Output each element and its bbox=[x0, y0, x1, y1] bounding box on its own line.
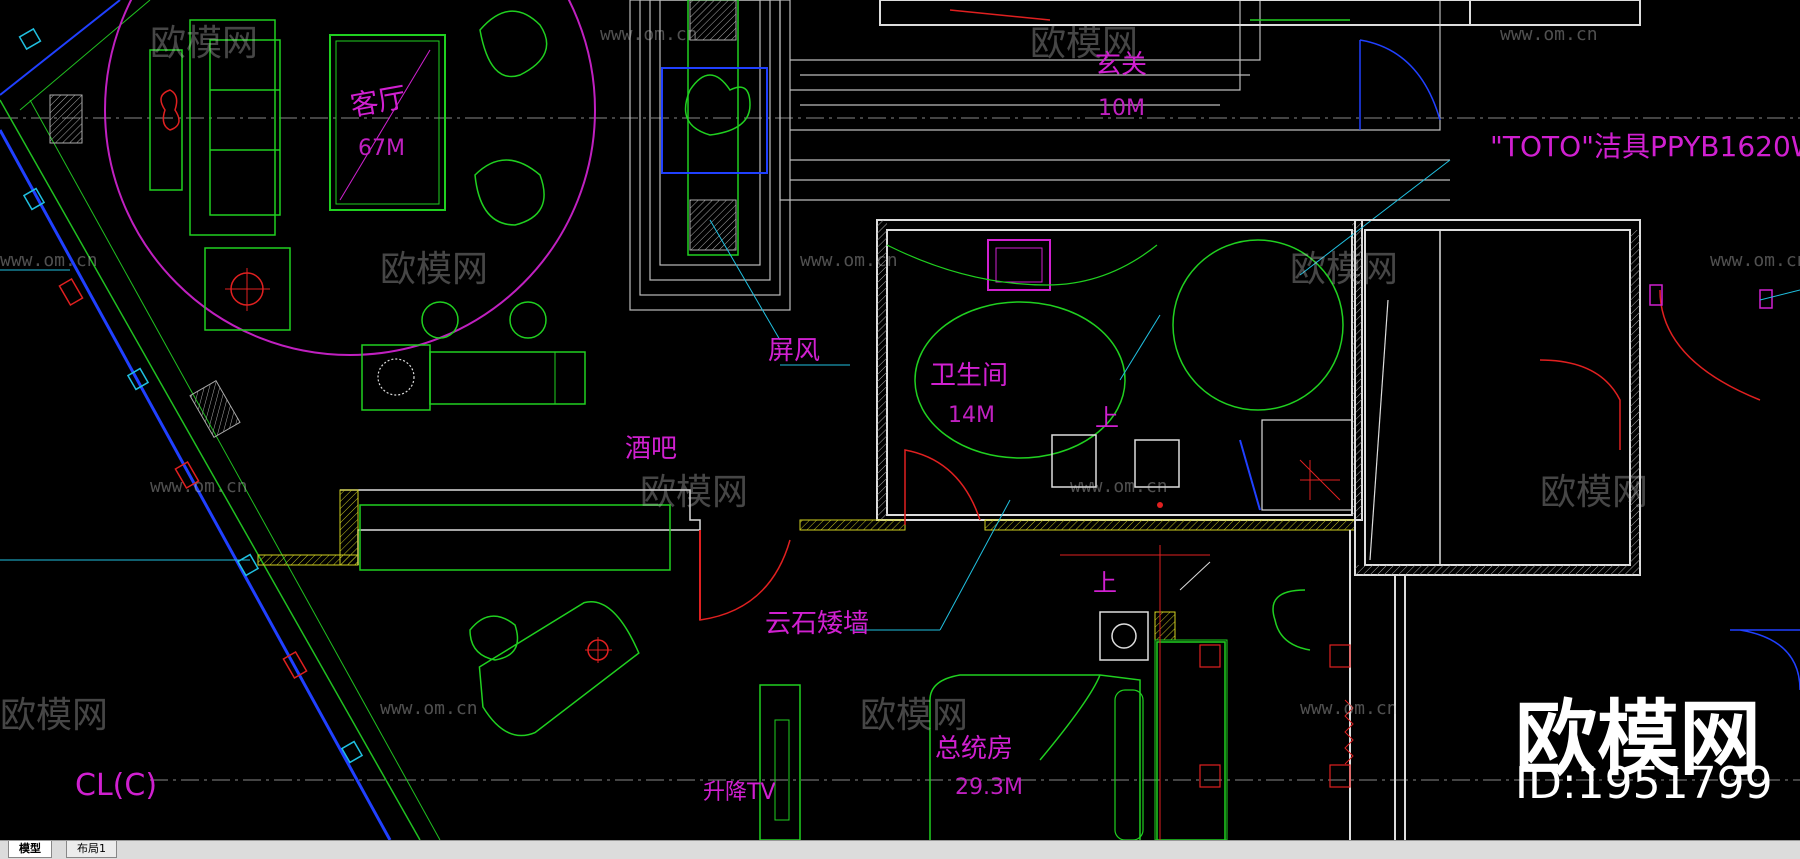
watermark-brand: 欧模网 bbox=[380, 249, 489, 290]
label-up-bathroom: 上 bbox=[1095, 404, 1119, 432]
watermark-url: www.om.cn bbox=[0, 250, 98, 271]
label-up-suite: 上 bbox=[1093, 569, 1117, 597]
facade-line bbox=[19, 0, 151, 111]
axis-label: CL(C) bbox=[75, 768, 158, 803]
label-toto-fixture: "TOTO"洁具PPYB1620W bbox=[1490, 130, 1800, 163]
watermark-brand: 欧模网 bbox=[1290, 249, 1399, 290]
facade-line bbox=[0, 0, 121, 96]
room-name-foyer: 玄关 bbox=[1095, 50, 1148, 80]
tab-layout1[interactable]: 布局1 bbox=[66, 841, 117, 858]
label-screen: 屏风 bbox=[768, 336, 821, 366]
watermark-url: www.om.cn bbox=[600, 24, 698, 45]
wardrobe bbox=[1156, 641, 1226, 840]
watermark-url: www.om.cn bbox=[800, 250, 898, 271]
watermark-url: www.om.cn bbox=[1710, 250, 1800, 271]
tab-model[interactable]: 模型 bbox=[8, 841, 52, 858]
watermark-brand: 欧模网 bbox=[640, 472, 749, 513]
model-id: ID:1951799 bbox=[1515, 758, 1773, 809]
room-area-foyer: 10M bbox=[1098, 96, 1145, 121]
watermark-brand: 欧模网 bbox=[150, 23, 259, 64]
hatched-block bbox=[189, 380, 241, 438]
watermark-url: www.om.cn bbox=[150, 476, 248, 497]
watermark-url: www.om.cn bbox=[1300, 698, 1398, 719]
watermark-brand: 欧模网 bbox=[0, 695, 109, 736]
room-area-living: 67M bbox=[358, 136, 405, 161]
watermark-url: www.om.cn bbox=[1500, 24, 1598, 45]
bar-counter bbox=[429, 351, 586, 405]
tv-cabinet bbox=[759, 684, 801, 840]
layout-tab-bar: 模型 布局1 bbox=[0, 840, 1800, 859]
bar-back-counter bbox=[359, 504, 671, 571]
door-swing bbox=[904, 449, 981, 525]
watermark-url: www.om.cn bbox=[380, 698, 478, 719]
label-lift-tv: 升降TV bbox=[703, 780, 776, 805]
room-area-bathroom: 14M bbox=[948, 403, 995, 428]
label-bar: 酒吧 bbox=[625, 434, 678, 464]
watermark-brand: 欧模网 bbox=[1540, 472, 1649, 513]
watermark-url: www.om.cn bbox=[1070, 476, 1168, 497]
desk bbox=[469, 601, 640, 737]
room-name-suite: 总统房 bbox=[935, 734, 1014, 764]
room-area-suite: 29.3M bbox=[955, 775, 1023, 800]
cad-drawing-canvas[interactable]: 欧模网 www.om.cn 欧模网 www.om.cn www.om.cn 欧模… bbox=[0, 0, 1800, 840]
room-name-bathroom: 卫生间 bbox=[930, 361, 1009, 391]
hatched-block bbox=[49, 94, 83, 144]
label-cloud-stone-wall: 云石矮墙 bbox=[765, 609, 870, 639]
coffee-table bbox=[329, 34, 446, 211]
